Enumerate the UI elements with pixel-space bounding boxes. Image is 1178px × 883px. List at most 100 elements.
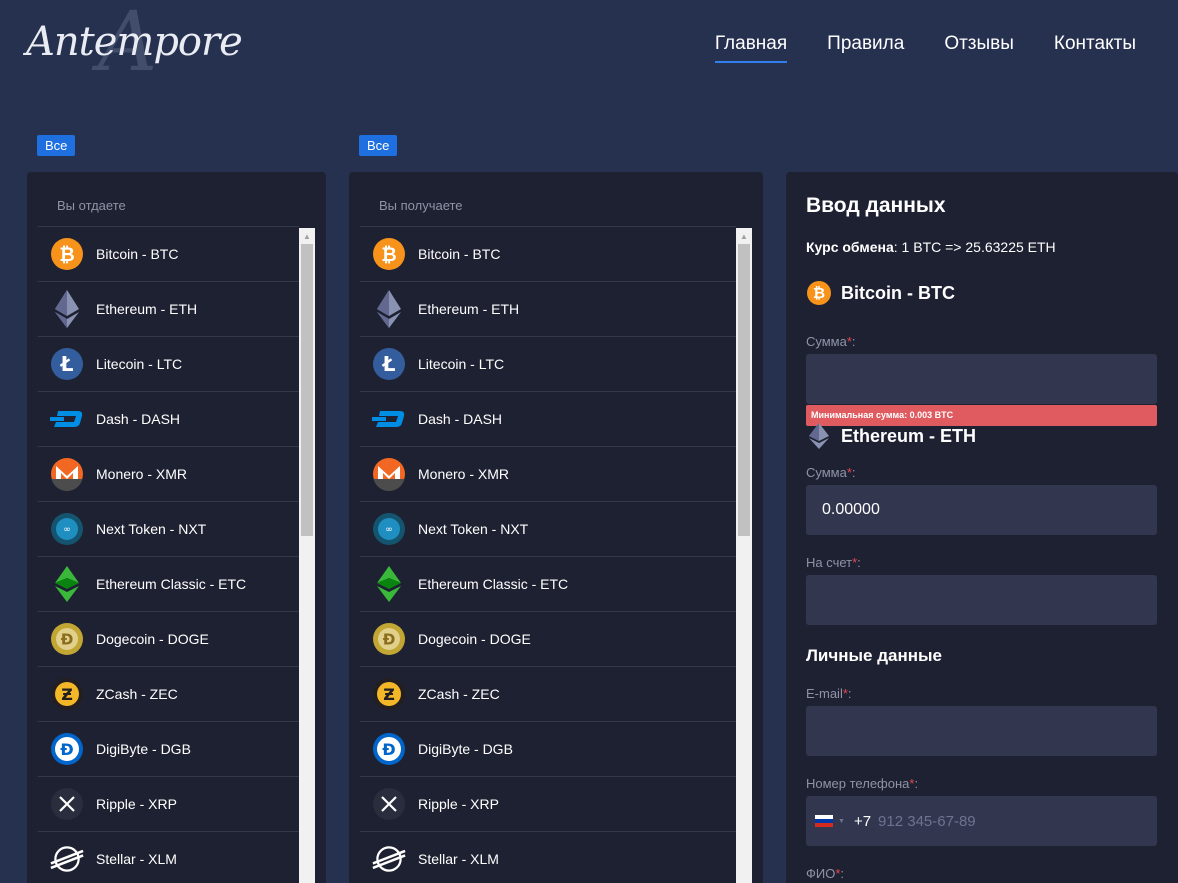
ethereum-classic-icon — [50, 566, 84, 602]
give-currency-header: ₿ Bitcoin - BTC — [806, 280, 955, 306]
currency-label: Next Token - NXT — [96, 521, 207, 537]
dogecoin-icon: Ð — [372, 622, 406, 656]
currency-row[interactable]: Ł Litecoin - LTC — [38, 337, 299, 392]
currency-row[interactable]: ₿ Bitcoin - BTC — [360, 227, 736, 282]
rate-label: Курс обмена — [806, 239, 894, 255]
scroll-up-icon[interactable]: ▲ — [299, 228, 315, 244]
svg-text:∞: ∞ — [385, 525, 393, 535]
currency-label: Ripple - XRP — [96, 796, 177, 812]
nav-contacts[interactable]: Контакты — [1054, 33, 1136, 63]
svg-text:Ð: Ð — [61, 630, 74, 648]
dash-icon — [50, 402, 84, 436]
get-scroll-thumb[interactable] — [738, 244, 750, 536]
ethereum-classic-icon — [372, 566, 406, 602]
dogecoin-icon: Ð — [50, 622, 84, 656]
currency-row[interactable]: Ethereum - ETH — [38, 282, 299, 337]
currency-label: ZCash - ZEC — [96, 686, 178, 702]
email-label: E-mail*: — [806, 686, 852, 701]
give-amount-input[interactable] — [806, 354, 1157, 404]
currency-label: Monero - XMR — [96, 466, 188, 482]
svg-text:Ð: Ð — [383, 630, 396, 648]
currency-row[interactable]: Ð Dogecoin - DOGE — [38, 612, 299, 667]
currency-row[interactable]: Ripple - XRP — [360, 777, 736, 832]
get-currency-name: Ethereum - ETH — [841, 425, 977, 446]
logo[interactable]: A Antempore — [26, 2, 243, 90]
phone-field[interactable]: ▼ +7 912 345-67-89 — [806, 796, 1157, 846]
litecoin-icon: Ł — [50, 347, 84, 381]
get-currency-list-wrap: ₿ Bitcoin - BTC Ethereum - ETH Ł Litecoin - … — [360, 226, 736, 883]
rate-value: : 1 BTC => 25.63225 ETH — [893, 239, 1056, 255]
bitcoin-icon: ₿ — [806, 280, 832, 306]
currency-label: Ethereum - ETH — [418, 301, 520, 317]
currency-row[interactable]: Monero - XMR — [360, 447, 736, 502]
get-filter-all-button[interactable]: Все — [359, 135, 398, 156]
currency-row[interactable]: Dash - DASH — [360, 392, 736, 447]
currency-row[interactable]: Ð Dogecoin - DOGE — [360, 612, 736, 667]
currency-row[interactable]: ∞ Next Token - NXT — [360, 502, 736, 557]
give-filter-all-button[interactable]: Все — [37, 135, 76, 156]
currency-row[interactable]: Đ DigiByte - DGB — [38, 722, 299, 777]
currency-row[interactable]: ∞ Next Token - NXT — [38, 502, 299, 557]
svg-text:₿: ₿ — [381, 244, 396, 266]
give-amount-label: Сумма*: — [806, 334, 856, 349]
digibyte-icon: Đ — [372, 732, 406, 766]
currency-row[interactable]: Ƶ ZCash - ZEC — [360, 667, 736, 722]
currency-row[interactable]: Stellar - XLM — [38, 832, 299, 883]
dash-icon — [372, 402, 406, 436]
currency-row[interactable]: Ł Litecoin - LTC — [360, 337, 736, 392]
bitcoin-icon: ₿ — [372, 237, 406, 271]
nav-home[interactable]: Главная — [714, 33, 788, 63]
nav-reviews[interactable]: Отзывы — [944, 33, 1014, 63]
exchange-rate: Курс обмена: 1 BTC => 25.63225 ETH — [806, 239, 1056, 255]
currency-label: Bitcoin - BTC — [418, 246, 501, 262]
currency-row[interactable]: Ethereum - ETH — [360, 282, 736, 337]
give-scroll-thumb[interactable] — [301, 244, 313, 536]
email-field[interactable] — [806, 706, 1157, 756]
logo-text: Antempore — [26, 19, 243, 65]
svg-text:∞: ∞ — [63, 525, 71, 535]
currency-row[interactable]: Ethereum Classic - ETC — [38, 557, 299, 612]
phone-label: Номер телефона*: — [806, 776, 919, 791]
currency-label: ZCash - ZEC — [418, 686, 500, 702]
get-currency-list: ₿ Bitcoin - BTC Ethereum - ETH Ł Litecoin - … — [360, 226, 736, 883]
give-currency-list-wrap: ₿ Bitcoin - BTC Ethereum - ETH Ł Litecoin - … — [38, 226, 299, 883]
give-panel: Вы отдаете ₿ Bitcoin - BTC Ethereum - ETH Ł… — [27, 172, 326, 883]
currency-row[interactable]: Stellar - XLM — [360, 832, 736, 883]
currency-label: Litecoin - LTC — [96, 356, 183, 372]
phone-placeholder[interactable]: 912 345-67-89 — [878, 813, 976, 830]
currency-row[interactable]: Dash - DASH — [38, 392, 299, 447]
currency-label: Bitcoin - BTC — [96, 246, 179, 262]
fio-label: ФИО*: — [806, 866, 845, 881]
currency-row[interactable]: Đ DigiByte - DGB — [360, 722, 736, 777]
zcash-icon: Ƶ — [372, 677, 406, 711]
scroll-up-icon[interactable]: ▲ — [736, 228, 752, 244]
currency-label: Dash - DASH — [418, 411, 503, 427]
svg-text:Đ: Đ — [60, 740, 73, 759]
currency-label: Ethereum - ETH — [96, 301, 198, 317]
currency-label: Ethereum Classic - ETC — [96, 576, 247, 592]
currency-label: Stellar - XLM — [96, 851, 177, 867]
get-panel: Вы получаете ₿ Bitcoin - BTC Ethereum - ET… — [349, 172, 763, 883]
phone-country-code: +7 — [853, 812, 872, 830]
svg-text:Đ: Đ — [382, 740, 395, 759]
currency-row[interactable]: ₿ Bitcoin - BTC — [38, 227, 299, 282]
stellar-icon — [372, 842, 406, 876]
currency-row[interactable]: Ƶ ZCash - ZEC — [38, 667, 299, 722]
get-amount-input[interactable] — [806, 485, 1157, 535]
get-list-scrollbar[interactable]: ▲ — [736, 228, 752, 883]
monero-icon — [372, 457, 406, 491]
get-currency-header: Ethereum - ETH — [806, 423, 976, 449]
exchange-form: Ввод данных Курс обмена: 1 BTC => 25.632… — [786, 172, 1178, 883]
nav-rules[interactable]: Правила — [827, 33, 904, 63]
monero-icon — [50, 457, 84, 491]
chevron-down-icon[interactable]: ▼ — [838, 818, 845, 825]
currency-row[interactable]: Ethereum Classic - ETC — [360, 557, 736, 612]
digibyte-icon: Đ — [50, 732, 84, 766]
currency-row[interactable]: Ripple - XRP — [38, 777, 299, 832]
currency-row[interactable]: Monero - XMR — [38, 447, 299, 502]
russia-flag-icon[interactable] — [815, 815, 833, 827]
give-currency-list: ₿ Bitcoin - BTC Ethereum - ETH Ł Litecoin - … — [38, 226, 299, 883]
give-list-scrollbar[interactable]: ▲ — [299, 228, 315, 883]
account-input[interactable] — [806, 575, 1157, 625]
currency-label: DigiByte - DGB — [96, 741, 191, 757]
